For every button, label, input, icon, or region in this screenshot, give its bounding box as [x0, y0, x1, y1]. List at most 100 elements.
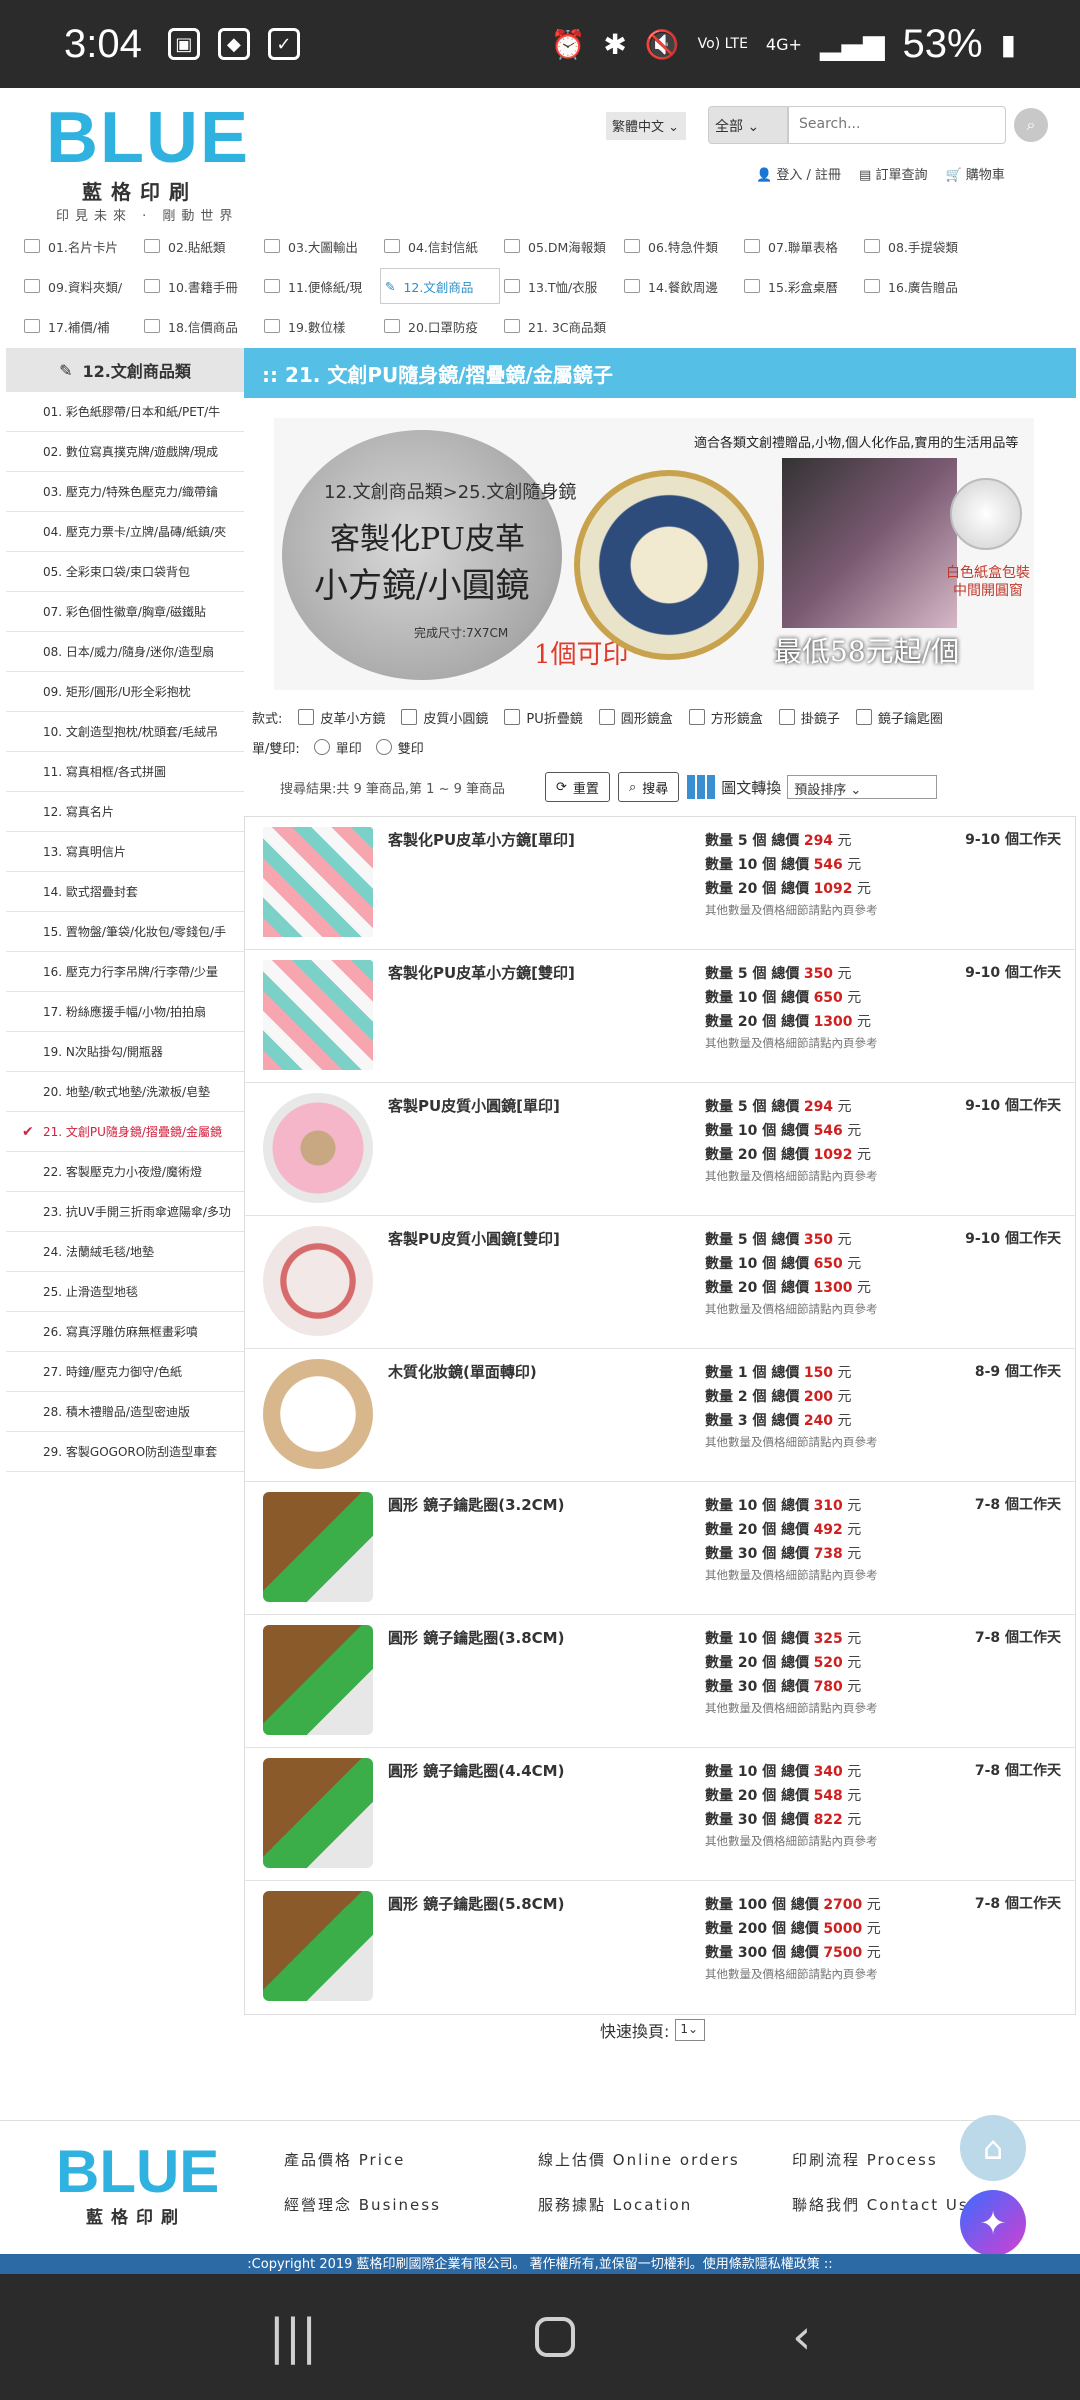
sidebar-item[interactable]: 14. 歐式摺疊封套 — [6, 872, 244, 912]
messenger-icon[interactable]: ✦ — [960, 2190, 1026, 2256]
sidebar-item[interactable]: 25. 止滑造型地毯 — [6, 1272, 244, 1312]
sidebar-item[interactable]: 27. 時鐘/壓克力御守/色紙 — [6, 1352, 244, 1392]
style-checkbox[interactable] — [504, 709, 521, 725]
category-item[interactable]: 15.彩盒桌曆 — [740, 268, 860, 304]
product-image[interactable] — [263, 1226, 373, 1336]
order-query-link[interactable]: ▤ 訂單查詢 — [859, 164, 927, 183]
style-checkbox[interactable] — [778, 709, 795, 725]
sidebar-item[interactable]: 03. 壓克力/特殊色壓克力/織帶鑰 — [6, 472, 244, 512]
reset-button[interactable]: ⟳ 重置 — [545, 772, 610, 802]
product-name[interactable]: 圓形 鏡子鑰匙圈(4.4CM) — [388, 1760, 564, 1781]
product-row[interactable]: 圓形 鏡子鑰匙圈(3.2CM) 數量 10 個 總價 310 元數量 20 個 總… — [245, 1482, 1075, 1615]
sidebar-item[interactable]: 29. 客製GOGORO防刮造型車套 — [6, 1432, 244, 1472]
sidebar-item[interactable]: 15. 置物盤/筆袋/化妝包/零錢包/手 — [6, 912, 244, 952]
sidebar-item[interactable]: 12. 寫真名片 — [6, 792, 244, 832]
category-item[interactable]: 13.T恤/衣服 — [500, 268, 620, 304]
sort-select[interactable]: 預設排序 ⌄ — [787, 775, 938, 799]
sidebar-item[interactable]: 02. 數位寫真撲克牌/遊戲牌/現成 — [6, 432, 244, 472]
product-image[interactable] — [263, 1093, 373, 1203]
search-icon[interactable]: ⌕ — [1014, 108, 1048, 142]
product-name[interactable]: 客製化PU皮革小方鏡[單印] — [388, 829, 575, 850]
site-logo[interactable]: BLUE 藍格印刷 印見未來 · 剛動世界 — [46, 102, 250, 224]
footer-link-business[interactable]: 經營理念 Business — [284, 2194, 538, 2215]
category-item[interactable]: 03.大圖輸出 — [260, 228, 380, 264]
product-image[interactable] — [263, 960, 373, 1070]
category-item[interactable]: 14.餐飲周邊 — [620, 268, 740, 304]
product-row[interactable]: 客製PU皮質小圓鏡[雙印] 數量 5 個 總價 350 元數量 10 個 總價 6… — [245, 1216, 1075, 1349]
category-item[interactable]: 21. 3C商品類 — [500, 308, 620, 344]
sidebar-item[interactable]: 24. 法蘭絨毛毯/地墊 — [6, 1232, 244, 1272]
product-row[interactable]: 客製化PU皮革小方鏡[單印] 數量 5 個 總價 294 元數量 10 個 總價 … — [245, 817, 1075, 950]
product-image[interactable] — [263, 827, 373, 937]
sidebar-item[interactable]: 13. 寫真明信片 — [6, 832, 244, 872]
product-name[interactable]: 木質化妝鏡(單面轉印) — [388, 1361, 537, 1382]
recent-apps-icon[interactable]: ||| — [269, 2309, 318, 2365]
category-item[interactable]: 20.口罩防疫 — [380, 308, 500, 344]
product-row[interactable]: 木質化妝鏡(單面轉印) 數量 1 個 總價 150 元數量 2 個 總價 200 … — [245, 1349, 1075, 1482]
category-item[interactable]: 02.貼紙類 — [140, 228, 260, 264]
style-checkbox[interactable] — [298, 709, 315, 725]
category-item[interactable]: 08.手提袋類 — [860, 228, 980, 264]
category-item[interactable]: 05.DM海報類 — [500, 228, 620, 264]
product-name[interactable]: 客製化PU皮革小方鏡[雙印] — [388, 962, 575, 983]
sidebar-item[interactable]: 16. 壓克力行李吊牌/行李帶/少量 — [6, 952, 244, 992]
product-row[interactable]: 客製化PU皮革小方鏡[雙印] 數量 5 個 總價 350 元數量 10 個 總價 … — [245, 950, 1075, 1083]
footer-link-price[interactable]: 產品價格 Price — [284, 2149, 538, 2170]
sidebar-item[interactable]: 04. 壓克力票卡/立牌/晶磚/紙鎮/夾 — [6, 512, 244, 552]
sidebar-item[interactable]: 07. 彩色個性徽章/胸章/磁鐵貼 — [6, 592, 244, 632]
category-item[interactable]: 11.便條紙/現 — [260, 268, 380, 304]
product-row[interactable]: 圓形 鏡子鑰匙圈(4.4CM) 數量 10 個 總價 340 元數量 20 個 總… — [245, 1748, 1075, 1881]
sidebar-item[interactable]: 09. 矩形/圓形/U形全彩抱枕 — [6, 672, 244, 712]
sidebar-item[interactable]: 05. 全彩束口袋/束口袋背包 — [6, 552, 244, 592]
product-image[interactable] — [263, 1492, 373, 1602]
promo-banner[interactable]: 12.文創商品類>25.文創隨身鏡 客製化PU皮革 小方鏡/小圓鏡 完成尺寸:7… — [274, 418, 1034, 690]
category-item[interactable]: 04.信封信紙 — [380, 228, 500, 264]
product-row[interactable]: 圓形 鏡子鑰匙圈(5.8CM) 數量 100 個 總價 2700 元數量 200 … — [245, 1881, 1075, 2014]
home-fab-icon[interactable]: ⌂ — [960, 2115, 1026, 2181]
product-name[interactable]: 圓形 鏡子鑰匙圈(3.2CM) — [388, 1494, 564, 1515]
sidebar-item[interactable]: 11. 寫真相框/各式拼圖 — [6, 752, 244, 792]
style-checkbox[interactable] — [401, 709, 418, 725]
category-item-active[interactable]: ✎ 12.文創商品 — [380, 268, 500, 304]
product-image[interactable] — [263, 1758, 373, 1868]
sidebar-item[interactable]: 10. 文創造型抱枕/枕頭套/毛絨吊 — [6, 712, 244, 752]
category-item[interactable]: 06.特急件類 — [620, 228, 740, 264]
category-item[interactable]: 09.資料夾類/ — [20, 268, 140, 304]
style-checkbox[interactable] — [855, 709, 872, 725]
sidebar-item[interactable]: 26. 寫真浮雕仿麻無框畫彩噴 — [6, 1312, 244, 1352]
search-input[interactable]: Search... — [788, 106, 1006, 144]
sidebar-item[interactable]: 19. N次貼掛勾/開瓶器 — [6, 1032, 244, 1072]
sidebar-item[interactable]: 23. 抗UV手開三折雨傘遮陽傘/多功 — [6, 1192, 244, 1232]
category-item[interactable]: 18.信價商品 — [140, 308, 260, 344]
category-item[interactable]: 07.聯單表格 — [740, 228, 860, 264]
category-item[interactable]: 01.名片卡片 — [20, 228, 140, 264]
view-toggle-label[interactable]: 圖文轉換 — [721, 777, 781, 798]
back-icon[interactable]: ‹ — [792, 2309, 811, 2365]
sidebar-item[interactable]: 17. 粉絲應援手幅/小物/拍拍扇 — [6, 992, 244, 1032]
grid-view-icon[interactable] — [687, 775, 716, 799]
footer-link-location[interactable]: 服務據點 Location — [538, 2194, 792, 2215]
style-checkbox[interactable] — [688, 709, 705, 725]
category-item[interactable]: 10.書籍手冊 — [140, 268, 260, 304]
category-item[interactable]: 16.廣告贈品 — [860, 268, 980, 304]
product-name[interactable]: 圓形 鏡子鑰匙圈(3.8CM) — [388, 1627, 564, 1648]
style-checkbox[interactable] — [598, 709, 615, 725]
sidebar-item[interactable]: 22. 客製壓克力小夜燈/魔術燈 — [6, 1152, 244, 1192]
product-name[interactable]: 圓形 鏡子鑰匙圈(5.8CM) — [388, 1893, 564, 1914]
sidebar-item[interactable]: 08. 日本/威力/隨身/迷你/造型扇 — [6, 632, 244, 672]
search-button[interactable]: ⌕ 搜尋 — [617, 772, 680, 802]
category-item[interactable]: 19.數位樣 — [260, 308, 380, 344]
product-name[interactable]: 客製PU皮質小圓鏡[雙印] — [388, 1228, 560, 1249]
sidebar-item[interactable]: ✔ 21. 文創PU隨身鏡/摺疊鏡/金屬鏡 — [6, 1112, 244, 1152]
single-side-radio[interactable] — [313, 739, 330, 755]
login-link[interactable]: 👤 登入 / 註冊 — [756, 164, 841, 183]
double-side-radio[interactable] — [375, 739, 392, 755]
product-image[interactable] — [263, 1891, 373, 2001]
sidebar-item[interactable]: 20. 地墊/軟式地墊/洗漱板/皂墊 — [6, 1072, 244, 1112]
search-category-select[interactable]: 全部 ⌄ — [708, 106, 788, 144]
sidebar-item[interactable]: 01. 彩色紙膠帶/日本和紙/PET/牛 — [6, 392, 244, 432]
footer-link-online-orders[interactable]: 線上估價 Online orders — [538, 2149, 792, 2170]
footer-logo[interactable]: BLUE 藍格印刷 — [56, 2141, 219, 2229]
cart-link[interactable]: 🛒 購物車 — [945, 164, 1004, 183]
language-select[interactable]: 繁體中文 ⌄ — [606, 112, 686, 140]
